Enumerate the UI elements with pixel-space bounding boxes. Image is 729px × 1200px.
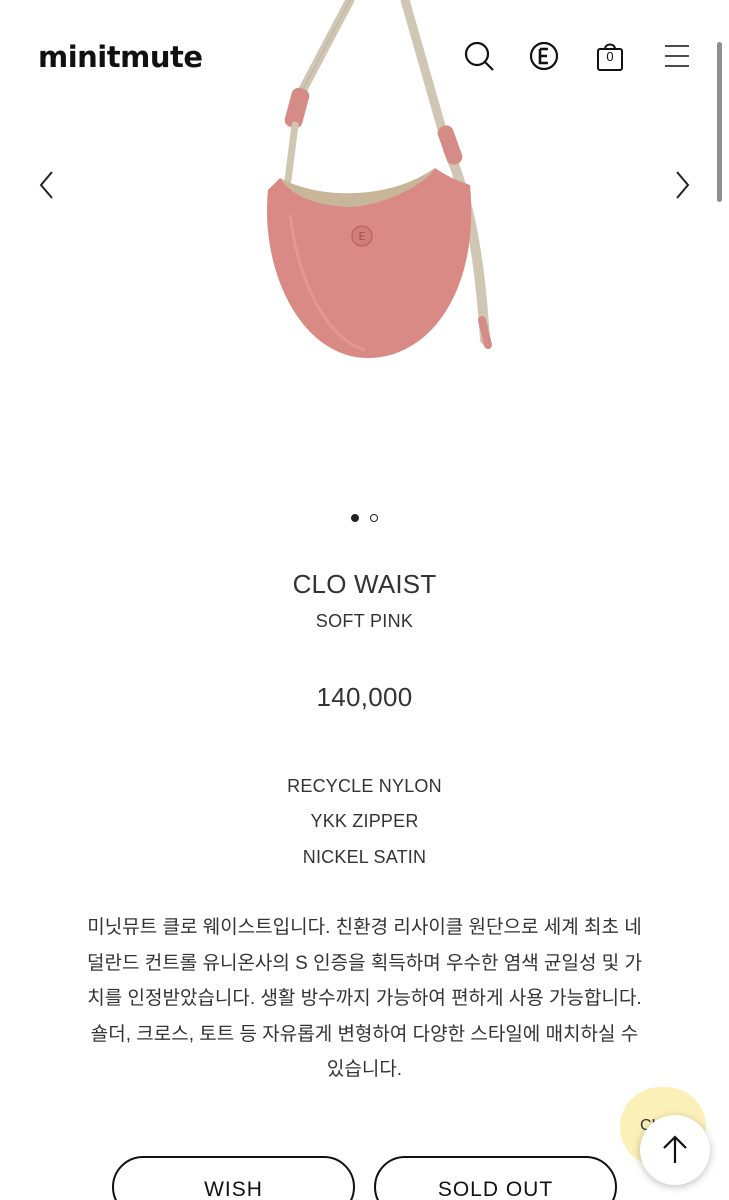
search-button[interactable] <box>463 40 495 72</box>
product-color: SOFT PINK <box>315 611 414 631</box>
wish-button[interactable]: WISH <box>112 1156 355 1200</box>
spec-zipper: YKK ZIPPER <box>310 811 419 831</box>
cart-count-badge: 0 <box>606 49 614 64</box>
product-description: 미닛뮤트 클로 웨이스트입니다. 친환경 리사이클 원단으로 세계 최초 네 덜… <box>62 910 667 1088</box>
page-scrollbar[interactable] <box>717 42 722 202</box>
gallery-dot-2[interactable] <box>370 514 378 522</box>
site-header: minitmute 0 <box>0 20 729 90</box>
product-price: 140,000 <box>316 682 413 712</box>
svg-text:E: E <box>359 230 366 243</box>
menu-icon <box>665 45 689 67</box>
previous-image-button[interactable] <box>32 165 62 205</box>
chevron-left-icon <box>39 171 53 199</box>
scroll-to-top-button[interactable] <box>640 1115 710 1185</box>
gallery-pagination <box>0 514 729 522</box>
search-icon <box>464 41 494 71</box>
brand-e-icon <box>529 41 559 71</box>
description-line: 있습니다. <box>326 1059 403 1080</box>
gallery-dot-1[interactable] <box>351 514 359 522</box>
menu-button[interactable] <box>661 40 693 72</box>
sold-out-button[interactable]: SOLD OUT <box>374 1156 617 1200</box>
product-page: E minitmute 0 CLO WAIST SOFT PINK 140,00… <box>0 0 729 1200</box>
spec-hardware: NICKEL SATIN <box>302 847 427 867</box>
description-line: 미닛뮤트 클로 웨이스트입니다. 친환경 리사이클 원단으로 세계 최초 네 <box>87 917 642 938</box>
next-image-button[interactable] <box>667 165 697 205</box>
cart-button[interactable]: 0 <box>594 40 626 72</box>
brand-button[interactable] <box>528 40 560 72</box>
description-line: 숄더, 크로스, 토트 등 자유롭게 변형하여 다양한 스타일에 매치하실 수 <box>90 1023 639 1045</box>
description-line: 치를 인정받았습니다. 생활 방수까지 가능하여 편하게 사용 가능합니다. <box>87 988 642 1009</box>
product-name: CLO WAIST <box>292 569 437 599</box>
spec-material: RECYCLE NYLON <box>287 776 442 796</box>
site-logo[interactable]: minitmute <box>38 40 203 74</box>
description-line: 덜란드 컨트롤 유니온사의 S 인증을 획득하며 우수한 염색 균일성 및 가 <box>87 952 642 974</box>
arrow-up-icon <box>663 1135 687 1163</box>
chevron-right-icon <box>676 171 690 199</box>
